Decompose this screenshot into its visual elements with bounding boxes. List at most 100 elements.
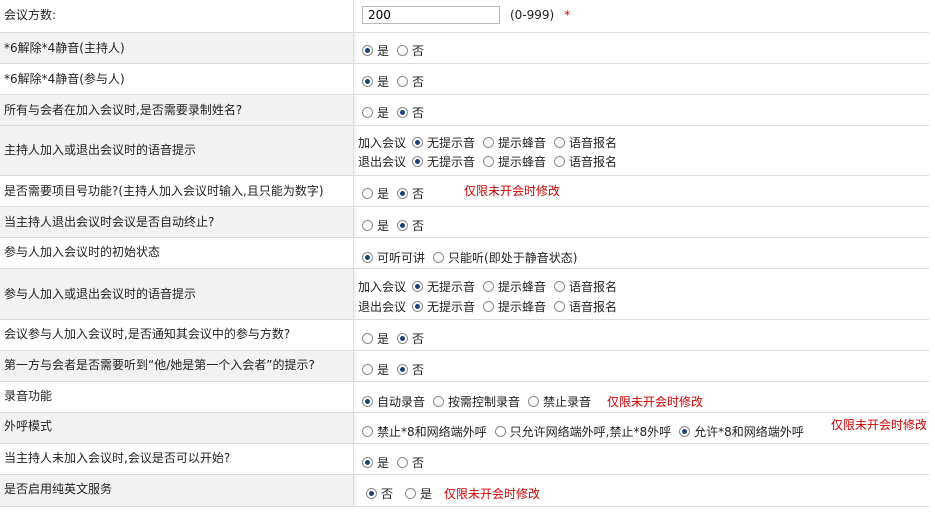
row-auto-end: 当主持人退出会议时会议是否自动终止? 是 否 — [0, 207, 929, 238]
row-notify-count: 会议参与人加入会议时,是否通知其会议中的参与方数? 是 否 — [0, 320, 929, 351]
radio-no[interactable]: 否 — [397, 361, 424, 378]
radio-no[interactable]: 否 — [366, 485, 393, 502]
radio-yes[interactable]: 是 — [362, 185, 389, 202]
row-label: 会议参与人加入会议时,是否通知其会议中的参与方数? — [4, 327, 291, 341]
radio-join-name[interactable]: 语音报名 — [554, 134, 617, 151]
row-label: 参与人加入或退出会议时的语音提示 — [4, 287, 197, 301]
radio-checked-icon — [362, 396, 373, 407]
radio-yes[interactable]: 是 — [362, 454, 389, 471]
range-hint: (0-999) — [510, 8, 555, 22]
radio-block-all-outbound[interactable]: 禁止*8和网络端外呼 — [362, 423, 487, 440]
radio-unchecked-icon — [362, 364, 373, 375]
radio-no[interactable]: 否 — [397, 185, 424, 202]
radio-checked-icon — [362, 76, 373, 87]
radio-allow-all-outbound[interactable]: 允许*8和网络端外呼 — [679, 423, 804, 440]
row-start-without-host: 当主持人未加入会议时,会议是否可以开始? 是 否 — [0, 444, 929, 475]
edit-note: 仅限未开会时修改 — [464, 184, 561, 198]
radio-no[interactable]: 否 — [397, 454, 424, 471]
radio-yes[interactable]: 是 — [405, 485, 432, 502]
radio-auto-record[interactable]: 自动录音 — [362, 393, 425, 410]
radio-unchecked-icon — [554, 301, 566, 312]
row-label: 当主持人未加入会议时,会议是否可以开始? — [4, 451, 231, 465]
radio-exit-beep[interactable]: 提示蜂音 — [483, 153, 546, 170]
radio-no[interactable]: 否 — [397, 42, 424, 59]
radio-checked-icon — [362, 252, 373, 263]
radio-yes[interactable]: 是 — [362, 330, 389, 347]
row-recording: 录音功能 自动录音 按需控制录音 禁止录音 仅限未开会时修改 — [0, 382, 929, 413]
radio-unchecked-icon — [433, 396, 445, 407]
radio-checked-icon — [397, 107, 409, 118]
row-label: *6解除*4静音(主持人) — [4, 41, 125, 55]
row-label: 外呼模式 — [4, 419, 53, 433]
row-english-service: 是否启用纯英文服务 否 是 仅限未开会时修改 — [0, 475, 929, 507]
radio-checked-icon — [412, 281, 424, 292]
row-participant-voice-prompt: 参与人加入或退出会议时的语音提示 加入会议 无提示音 提示蜂音 语音报名 退出会… — [0, 269, 929, 320]
radio-checked-icon — [679, 426, 691, 437]
radio-unchecked-icon — [362, 426, 373, 437]
radio-unchecked-icon — [433, 252, 445, 263]
row-label: 主持人加入或退出会议时的语音提示 — [4, 143, 197, 157]
radio-unchecked-icon — [483, 281, 495, 292]
radio-exit-name[interactable]: 语音报名 — [554, 298, 617, 315]
radio-join-none[interactable]: 无提示音 — [412, 134, 475, 151]
row-initial-state: 参与人加入会议时的初始状态 可听可讲 只能听(即处于静音状态) — [0, 238, 929, 269]
radio-checked-icon — [397, 333, 409, 344]
row-label: 当主持人退出会议时会议是否自动终止? — [4, 215, 215, 229]
radio-checked-icon — [412, 301, 424, 312]
radio-exit-beep[interactable]: 提示蜂音 — [483, 298, 546, 315]
radio-checked-icon — [397, 364, 409, 375]
radio-checked-icon — [397, 188, 409, 199]
radio-unchecked-icon — [405, 488, 417, 499]
radio-no[interactable]: 否 — [397, 330, 424, 347]
row-host-voice-prompt: 主持人加入或退出会议时的语音提示 加入会议 无提示音 提示蜂音 语音报名 退出会… — [0, 126, 929, 176]
radio-unchecked-icon — [528, 396, 540, 407]
radio-exit-name[interactable]: 语音报名 — [554, 153, 617, 170]
radio-unchecked-icon — [483, 137, 495, 148]
row-participant-count: 会议方数: (0-999) * — [0, 0, 929, 33]
radio-unchecked-icon — [483, 301, 495, 312]
radio-join-beep[interactable]: 提示蜂音 — [483, 134, 546, 151]
row-label: *6解除*4静音(参与人) — [4, 72, 125, 86]
row-label: 是否需要项目号功能?(主持人加入会议时输入,且只能为数字) — [4, 184, 324, 198]
edit-note: 仅限未开会时修改 — [831, 418, 928, 432]
row-label: 是否启用纯英文服务 — [4, 482, 113, 496]
radio-join-name[interactable]: 语音报名 — [554, 278, 617, 295]
radio-unchecked-icon — [362, 220, 373, 231]
radio-exit-none[interactable]: 无提示音 — [412, 153, 475, 170]
radio-no[interactable]: 否 — [397, 73, 424, 90]
radio-on-demand-record[interactable]: 按需控制录音 — [433, 393, 520, 410]
row-label: 所有与会者在加入会议时,是否需要录制姓名? — [4, 103, 243, 117]
radio-listen-only[interactable]: 只能听(即处于静音状态) — [433, 249, 577, 266]
radio-talk-listen[interactable]: 可听可讲 — [362, 249, 425, 266]
edit-note: 仅限未开会时修改 — [607, 395, 704, 409]
radio-yes[interactable]: 是 — [362, 104, 389, 121]
radio-unchecked-icon — [362, 188, 373, 199]
radio-yes[interactable]: 是 — [362, 73, 389, 90]
radio-unchecked-icon — [494, 426, 506, 437]
radio-unchecked-icon — [362, 107, 373, 118]
radio-yes[interactable]: 是 — [362, 217, 389, 234]
radio-unchecked-icon — [554, 156, 566, 167]
participant-count-input[interactable] — [362, 6, 500, 24]
radio-yes[interactable]: 是 — [362, 42, 389, 59]
radio-join-none[interactable]: 无提示音 — [412, 278, 475, 295]
row-label: 第一方与会者是否需要听到“他/她是第一个入会者”的提示? — [4, 358, 315, 372]
row-record-name: 所有与会者在加入会议时,是否需要录制姓名? 是 否 — [0, 95, 929, 126]
radio-unchecked-icon — [362, 333, 373, 344]
radio-unchecked-icon — [397, 76, 409, 87]
row-label: 录音功能 — [4, 389, 53, 403]
radio-exit-none[interactable]: 无提示音 — [412, 298, 475, 315]
radio-yes[interactable]: 是 — [362, 361, 389, 378]
radio-unchecked-icon — [397, 457, 409, 468]
required-mark: * — [564, 8, 571, 22]
row-label: 会议方数: — [4, 8, 57, 22]
edit-note: 仅限未开会时修改 — [444, 487, 541, 501]
radio-join-beep[interactable]: 提示蜂音 — [483, 278, 546, 295]
row-unmute-host: *6解除*4静音(主持人) 是 否 — [0, 33, 929, 64]
radio-checked-icon — [362, 457, 373, 468]
radio-no[interactable]: 否 — [397, 217, 424, 234]
radio-no-record[interactable]: 禁止录音 — [528, 393, 591, 410]
radio-checked-icon — [362, 45, 373, 56]
radio-network-only-outbound[interactable]: 只允许网络端外呼,禁止*8外呼 — [494, 423, 671, 440]
radio-no[interactable]: 否 — [397, 104, 424, 121]
